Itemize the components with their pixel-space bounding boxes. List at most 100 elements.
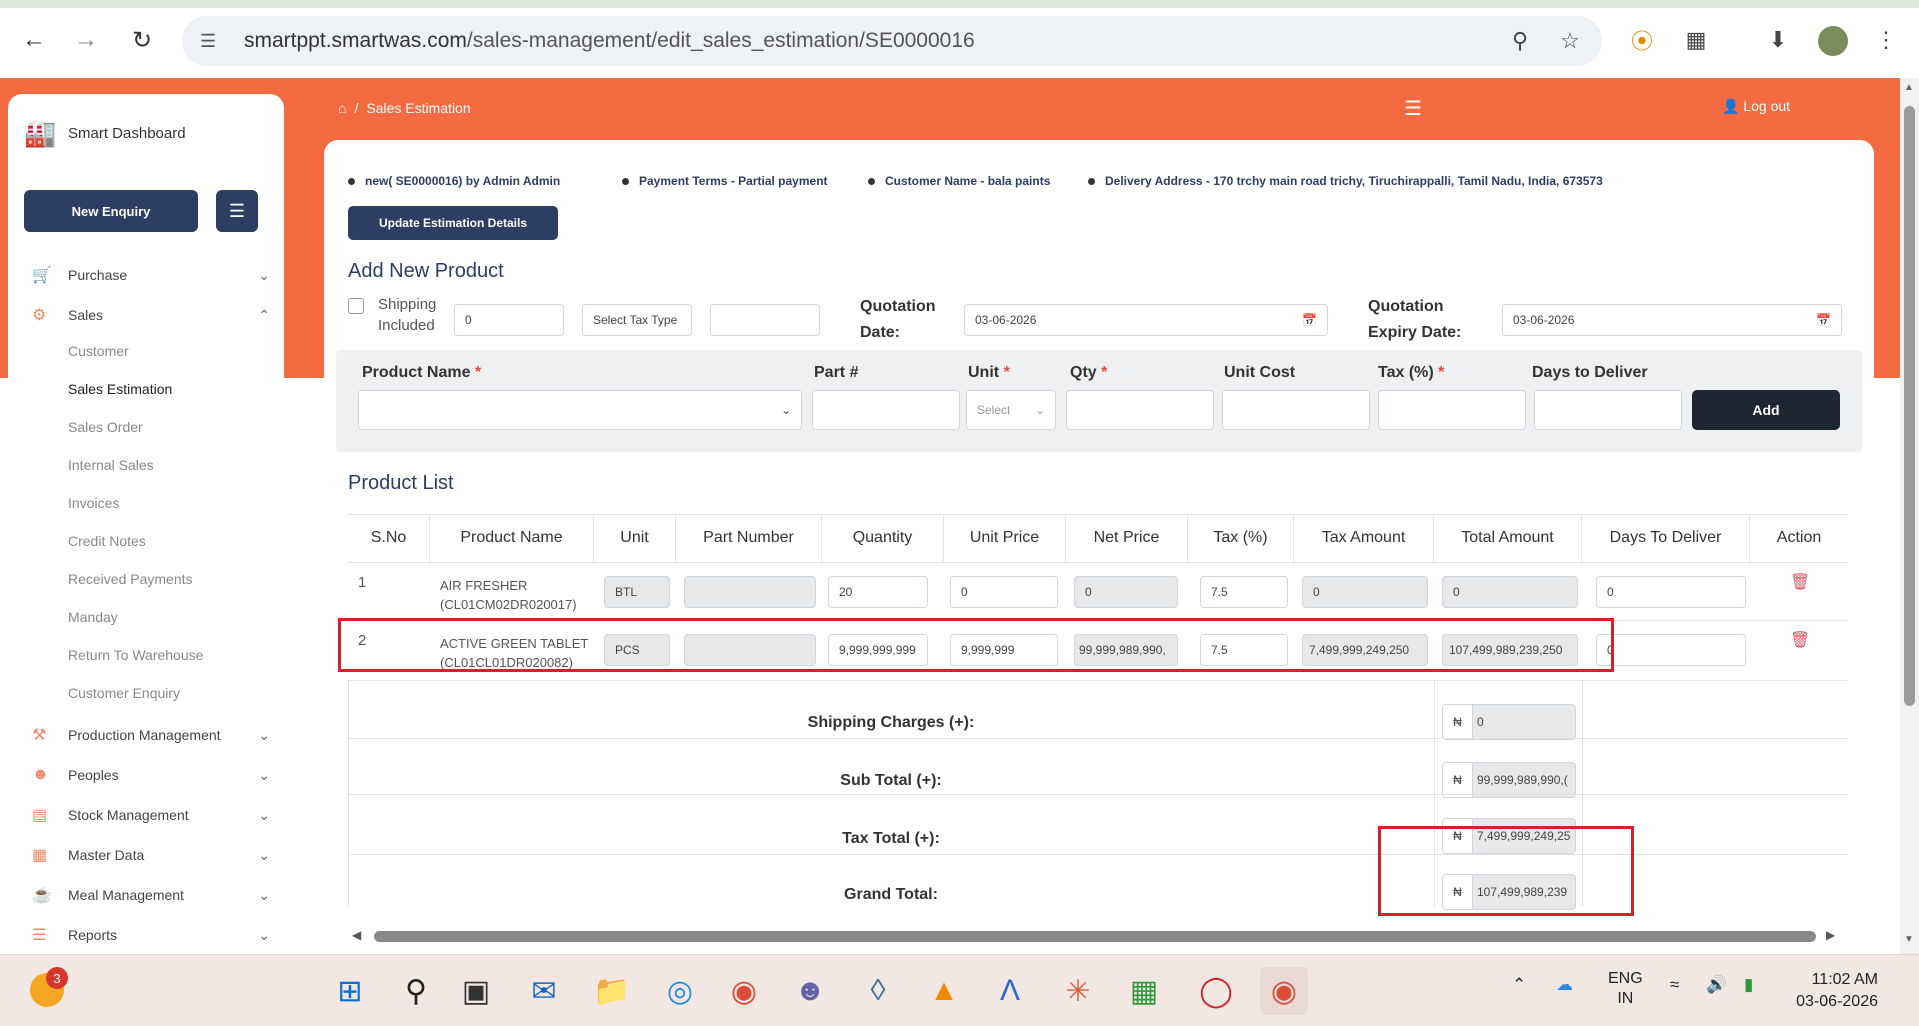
shipping-amount-input[interactable]: 0	[454, 304, 564, 336]
tax-type-value-input[interactable]	[710, 304, 820, 336]
file-explorer-icon[interactable]: 📁	[588, 967, 636, 1015]
logout-link[interactable]: 👤 Log out	[1722, 98, 1790, 115]
zoom-icon[interactable]: ⚲	[1502, 23, 1538, 59]
sidebar-item-master-data[interactable]: ▦ Master Data ⌄	[32, 840, 270, 870]
teams-icon[interactable]: ☻	[786, 967, 834, 1015]
sidebar-item-sales[interactable]: ⚙ Sales ⌃	[32, 300, 270, 330]
battery-icon[interactable]: ▮	[1744, 975, 1753, 995]
claude-icon[interactable]: ✳	[1054, 967, 1102, 1015]
user-icon: 👤	[1722, 98, 1740, 114]
sidebar-item-meal[interactable]: ☕ Meal Management ⌄	[32, 880, 270, 910]
tax-input[interactable]	[1378, 390, 1526, 430]
scroll-up-icon[interactable]: ▲	[1904, 82, 1914, 93]
scrollbar-thumb[interactable]	[1904, 106, 1915, 706]
back-icon[interactable]: ←	[16, 22, 52, 58]
sidebar-item-reports[interactable]: ☰ Reports ⌄	[32, 920, 270, 950]
new-enquiry-button[interactable]: New Enquiry	[24, 190, 198, 232]
onedrive-icon[interactable]: ☁	[1556, 975, 1573, 995]
col-tax: Tax (%)	[1188, 514, 1294, 562]
app-a-icon[interactable]: Λ	[986, 967, 1034, 1015]
extensions-puzzle-icon[interactable]: ▦	[1678, 22, 1714, 58]
unit-cost-input[interactable]	[1222, 390, 1370, 430]
forward-icon[interactable]: →	[68, 22, 104, 58]
tax-type-select[interactable]: Select Tax Type	[582, 304, 692, 336]
sql-icon[interactable]: ◊	[854, 967, 902, 1015]
download-icon[interactable]: ⬇	[1760, 22, 1796, 58]
sidebar-item-label: Purchase	[68, 267, 128, 283]
logout-label: Log out	[1743, 98, 1791, 114]
expiry-date-input[interactable]: 03-06-2026 📅	[1502, 304, 1842, 336]
qty-input[interactable]	[1066, 390, 1214, 430]
sidebar-sub-sales-estimation[interactable]: Sales Estimation	[68, 376, 172, 402]
bookmark-star-icon[interactable]: ☆	[1552, 23, 1588, 59]
row1-unit-price-input[interactable]: 0	[950, 576, 1058, 608]
sidebar-sub-credit-notes[interactable]: Credit Notes	[68, 528, 146, 554]
shipping-included-checkbox[interactable]	[348, 298, 364, 314]
row1-days-input[interactable]: 0	[1596, 576, 1746, 608]
sidebar-item-purchase[interactable]: 🛒 Purchase ⌄	[32, 260, 270, 290]
sidebar-sub-invoices[interactable]: Invoices	[68, 490, 119, 516]
vertical-scrollbar[interactable]: ▲ ▼	[1900, 78, 1919, 954]
label-days: Days to Deliver	[1532, 364, 1648, 381]
address-bar[interactable]: ☰ smartppt.smartwas.com/sales-management…	[182, 16, 1602, 66]
row1-tax-input[interactable]: 7.5	[1200, 576, 1288, 608]
scroll-down-icon[interactable]: ▼	[1904, 934, 1914, 945]
site-info-icon[interactable]: ☰	[200, 31, 228, 52]
windows-start-icon[interactable]: ⊞	[326, 967, 374, 1015]
label-product-name: Product Name *	[362, 364, 482, 381]
calendar-icon[interactable]: 📅	[1302, 313, 1317, 327]
sidebar-toggle-button[interactable]: ☰	[216, 190, 258, 232]
currency-symbol: ₦	[1443, 763, 1473, 797]
clock[interactable]: 11:02 AM 03-06-2026	[1796, 969, 1878, 1013]
sidebar-sub-manday[interactable]: Manday	[68, 604, 118, 630]
task-view-icon[interactable]: ▣	[452, 967, 500, 1015]
product-name-select[interactable]: ⌄	[358, 390, 802, 430]
edge-icon[interactable]: ◎	[656, 967, 704, 1015]
vlc-icon[interactable]: ▲	[920, 967, 968, 1015]
unit-select[interactable]: Select ⌄	[966, 390, 1056, 430]
sidebar-sub-customer-enquiry[interactable]: Customer Enquiry	[68, 680, 180, 706]
row2-days-input[interactable]: 0	[1596, 634, 1746, 666]
home-icon[interactable]: ⌂	[338, 100, 346, 116]
horizontal-scrollbar[interactable]: ◀ ▶	[350, 926, 1840, 946]
row1-delete-icon[interactable]: 🗑	[1790, 572, 1810, 592]
search-icon[interactable]: ⚲	[392, 967, 440, 1015]
volume-icon[interactable]: 🔊	[1706, 975, 1727, 995]
hamburger-icon[interactable]: ☰	[1404, 96, 1422, 121]
sidebar-item-stock[interactable]: ▤ Stock Management ⌄	[32, 800, 270, 830]
language-indicator[interactable]: ENG IN	[1608, 969, 1643, 1009]
sidebar-sub-sales-order[interactable]: Sales Order	[68, 414, 143, 440]
quotation-date-input[interactable]: 03-06-2026 📅	[964, 304, 1328, 336]
sidebar-sub-customer[interactable]: Customer	[68, 338, 129, 364]
sidebar-sub-internal-sales[interactable]: Internal Sales	[68, 452, 154, 478]
tray-chevron-icon[interactable]: ⌃	[1512, 975, 1526, 995]
horizontal-scrollbar-thumb[interactable]	[374, 931, 1816, 942]
menu-kebab-icon[interactable]: ⋮	[1868, 22, 1904, 58]
days-input[interactable]	[1534, 390, 1682, 430]
sales-icon: ⚙	[32, 307, 47, 324]
scroll-left-icon[interactable]: ◀	[352, 928, 361, 942]
sidebar-item-production[interactable]: ⚒ Production Management ⌄	[32, 720, 270, 750]
scroll-right-icon[interactable]: ▶	[1826, 928, 1835, 942]
wifi-icon[interactable]: ≈	[1670, 975, 1679, 995]
snipping-tool-icon[interactable]: ▦	[1120, 967, 1168, 1015]
sidebar-sub-return-to-warehouse[interactable]: Return To Warehouse	[68, 642, 203, 668]
reload-icon[interactable]: ↻	[124, 22, 160, 58]
label-unit-cost: Unit Cost	[1224, 364, 1296, 381]
row2-delete-icon[interactable]: 🗑	[1790, 630, 1810, 650]
outlook-icon[interactable]: ✉	[520, 967, 568, 1015]
chrome-active-icon[interactable]: ◉	[1260, 967, 1308, 1015]
opera-icon[interactable]: ◯	[1192, 967, 1240, 1015]
sidebar-item-peoples[interactable]: ☻ Peoples ⌄	[32, 760, 270, 790]
add-button[interactable]: Add	[1692, 390, 1840, 430]
row1-quantity-input[interactable]: 20	[828, 576, 928, 608]
profile-avatar[interactable]	[1818, 26, 1848, 56]
subtotal-value: ₦ 99,999,989,990,(	[1442, 762, 1576, 798]
sidebar-sub-received-payments[interactable]: Received Payments	[68, 566, 193, 592]
calendar-icon[interactable]: 📅	[1816, 313, 1831, 327]
extension-icon[interactable]: ⦿	[1624, 22, 1660, 58]
brand[interactable]: 🏭 Smart Dashboard	[24, 118, 186, 148]
chrome-icon[interactable]: ◉	[720, 967, 768, 1015]
update-estimation-button[interactable]: Update Estimation Details	[348, 206, 558, 240]
part-input[interactable]	[812, 390, 960, 430]
